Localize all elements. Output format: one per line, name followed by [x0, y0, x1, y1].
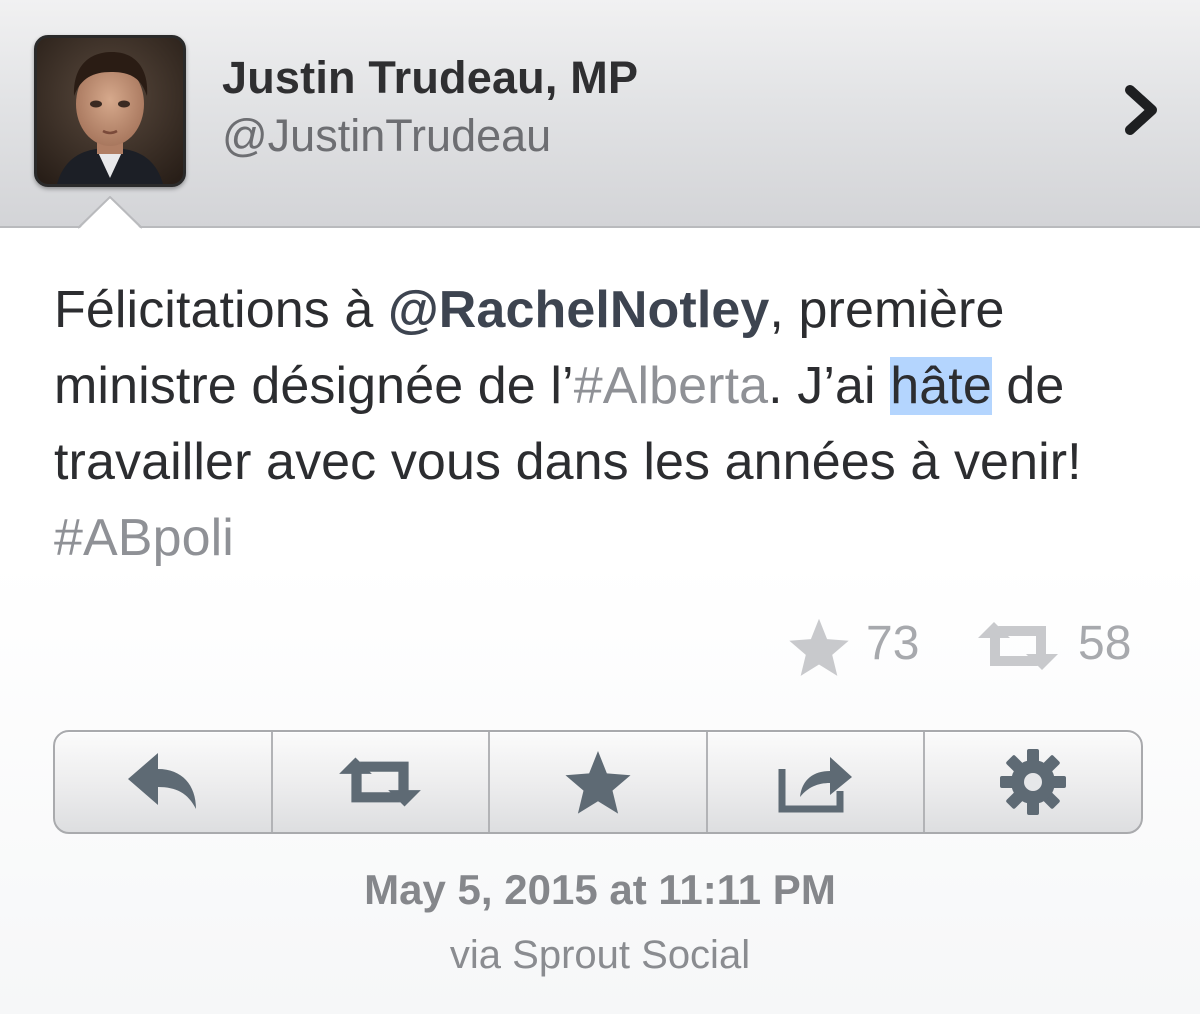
hashtag-link[interactable]: #ABpoli	[54, 509, 234, 567]
reply-icon	[127, 753, 196, 809]
callout-pointer	[78, 196, 142, 230]
reply-button[interactable]	[55, 732, 273, 832]
retweet-button[interactable]	[273, 732, 491, 832]
tweet-timestamp: May 5, 2015 at 11:11 PM	[364, 866, 836, 913]
star-icon	[789, 618, 849, 676]
tweet-text: Félicitations à @RachelNotley, première …	[54, 272, 1164, 576]
tweet-detail-view: Justin Trudeau, MP @JustinTrudeau Félici…	[0, 0, 1200, 1014]
settings-button[interactable]	[925, 732, 1141, 832]
share-icon	[778, 757, 852, 813]
profile-photo	[37, 38, 183, 184]
retweet-icon	[339, 757, 422, 807]
display-name: Justin Trudeau, MP	[222, 52, 639, 103]
tweet-text-segment: Félicitations à	[54, 281, 388, 339]
tweet-stats: 73 58	[780, 610, 1160, 680]
username-handle: @JustinTrudeau	[222, 110, 552, 161]
tweet-action-bar	[53, 730, 1143, 834]
selected-text: hâte	[890, 357, 992, 415]
hashtag-link[interactable]: #Alberta	[574, 357, 768, 415]
tweet-text-segment: . J’ai	[768, 357, 891, 415]
star-icon	[565, 750, 631, 814]
profile-header[interactable]: Justin Trudeau, MP @JustinTrudeau	[0, 0, 1200, 230]
retweet-count: 58	[1078, 617, 1132, 670]
avatar[interactable]	[34, 35, 186, 187]
favorite-count: 73	[866, 617, 920, 670]
favorite-button[interactable]	[490, 732, 708, 832]
share-button[interactable]	[708, 732, 926, 832]
chevron-right-icon[interactable]	[1118, 82, 1170, 138]
tweet-source[interactable]: via Sprout Social	[0, 933, 1200, 978]
retweet-icon	[978, 622, 1058, 670]
gear-icon	[1000, 749, 1067, 815]
mention-link[interactable]: @RachelNotley	[388, 281, 769, 339]
